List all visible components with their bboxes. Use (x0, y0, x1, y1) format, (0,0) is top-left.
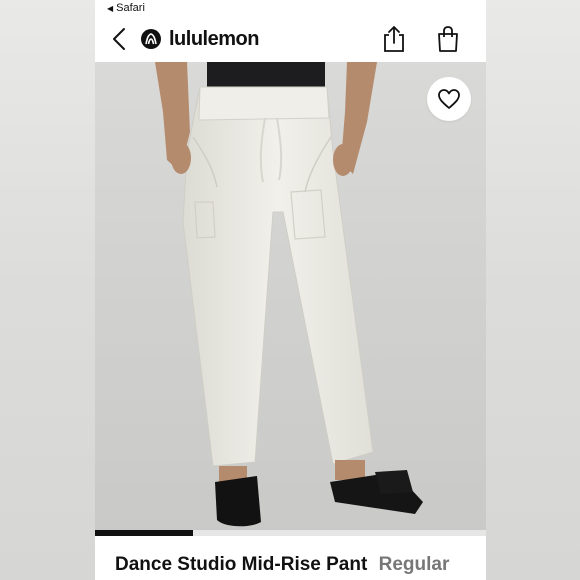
top-nav: lululemon (95, 16, 486, 62)
bag-button[interactable] (435, 24, 461, 54)
favorite-button[interactable] (427, 77, 471, 121)
back-to-app-label[interactable]: Safari (116, 2, 145, 14)
lululemon-logo-icon (141, 29, 161, 49)
chevron-left-icon (113, 28, 125, 50)
product-title-row: Dance Studio Mid-Rise Pant Regular (115, 554, 449, 576)
shopping-bag-icon (438, 26, 458, 52)
product-name: Dance Studio Mid-Rise Pant (115, 554, 368, 575)
brand-wordmark: lululemon (169, 27, 259, 50)
heart-icon (438, 89, 460, 109)
brand-logo[interactable]: lululemon (141, 25, 259, 53)
back-button[interactable] (109, 26, 129, 52)
share-icon (384, 26, 404, 52)
phone-screen: ◀ Safari lululemon Dance Studio Mid-Rise… (95, 0, 486, 580)
backdrop-left (0, 0, 95, 580)
image-carousel-progress (95, 530, 486, 536)
product-image[interactable] (95, 62, 486, 536)
product-fit: Regular (378, 554, 450, 575)
backdrop-right (486, 0, 580, 580)
back-to-app-icon[interactable]: ◀ (107, 4, 113, 13)
status-indicators (416, 0, 456, 2)
share-button[interactable] (381, 24, 407, 54)
product-photo-pants (155, 62, 423, 527)
carousel-progress-fill (95, 530, 193, 536)
status-bar: ◀ Safari (95, 0, 486, 16)
